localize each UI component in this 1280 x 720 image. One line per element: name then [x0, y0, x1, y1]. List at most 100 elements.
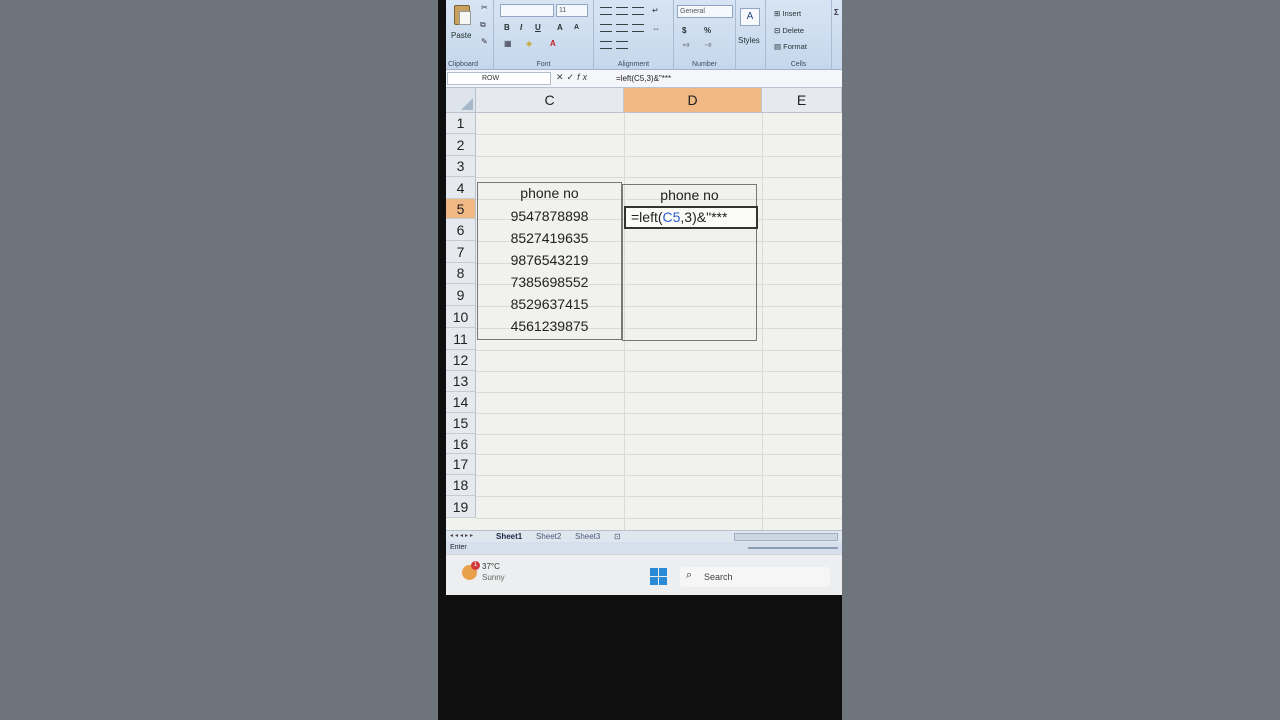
font-color-button[interactable]: A: [550, 39, 556, 48]
row-gridline: [476, 496, 842, 497]
name-box[interactable]: ROW: [447, 72, 551, 85]
column-header-d[interactable]: D: [624, 88, 762, 113]
paste-icon[interactable]: [454, 5, 471, 25]
row-header-9[interactable]: 9: [446, 284, 476, 306]
row-header-15[interactable]: 15: [446, 413, 476, 434]
select-all-button[interactable]: [446, 88, 476, 113]
shrink-font-button[interactable]: A: [574, 24, 579, 31]
sheet-tab-2[interactable]: Sheet2: [536, 532, 561, 541]
increase-decimal-icon[interactable]: ⁺⁰: [682, 42, 689, 51]
cells-group: ⊞ Insert ⊟ Delete ▤ Format Cells: [766, 0, 832, 70]
bold-button[interactable]: B: [504, 23, 510, 32]
taskbar-search[interactable]: ⌕ Search: [680, 567, 830, 587]
merge-center-icon[interactable]: ⇔: [652, 24, 660, 33]
clipboard-group: Paste ✂ ⧉ ✎ Clipboard: [446, 0, 494, 70]
decrease-decimal-icon[interactable]: ⁻⁰: [704, 42, 711, 51]
decrease-indent-icon[interactable]: [600, 41, 612, 49]
percent-button[interactable]: %: [704, 26, 711, 35]
formula-bar-buttons: ✕✓fx: [556, 72, 590, 83]
row-header-12[interactable]: 12: [446, 350, 476, 371]
format-button[interactable]: ▤ Format: [774, 42, 807, 51]
copy-icon[interactable]: ⧉: [480, 20, 486, 30]
cancel-icon[interactable]: ✕: [556, 72, 567, 82]
search-label: Search: [704, 572, 733, 582]
fill-color-icon[interactable]: ◈: [526, 39, 532, 48]
insert-function-icon[interactable]: fx: [577, 72, 590, 82]
delete-button[interactable]: ⊟ Delete: [774, 26, 804, 35]
underline-button[interactable]: U: [535, 23, 541, 32]
row-header-3[interactable]: 3: [446, 156, 476, 177]
horizontal-scrollbar[interactable]: [734, 533, 838, 541]
align-right-icon[interactable]: [632, 24, 644, 32]
row-header-6[interactable]: 6: [446, 219, 476, 241]
video-frame: Paste ✂ ⧉ ✎ Clipboard 11 B I U A A ▦ ◈ A…: [438, 0, 842, 720]
zoom-slider[interactable]: [748, 544, 838, 552]
cell-d4[interactable]: phone no: [622, 187, 757, 203]
insert-label: Insert: [782, 9, 802, 18]
row-header-11[interactable]: 11: [446, 328, 476, 350]
right-background: [842, 0, 1280, 720]
font-size-box[interactable]: 11: [556, 4, 588, 17]
left-background: [0, 0, 438, 720]
row-header-10[interactable]: 10: [446, 306, 476, 328]
wrap-text-icon[interactable]: ↵: [652, 6, 659, 15]
sheet-tab-3[interactable]: Sheet3: [575, 532, 600, 541]
number-format-box[interactable]: General: [677, 5, 733, 18]
grow-font-button[interactable]: A: [557, 23, 563, 32]
insert-button[interactable]: ⊞ Insert: [774, 9, 801, 18]
row-header-7[interactable]: 7: [446, 241, 476, 263]
cell-c8[interactable]: 7385698552: [477, 274, 622, 290]
autosum-icon[interactable]: Σ: [834, 8, 839, 17]
row-header-14[interactable]: 14: [446, 392, 476, 413]
align-top-icon[interactable]: [600, 7, 612, 15]
cell-c4[interactable]: phone no: [477, 185, 622, 201]
styles-icon[interactable]: A: [740, 8, 760, 26]
borders-icon[interactable]: ▦: [504, 39, 512, 48]
row-gridline: [476, 350, 842, 351]
paste-button[interactable]: Paste: [451, 31, 471, 40]
worksheet-grid[interactable]: C D E 1 2 3 4 5 6 7 8 9 10 11 12 13 14 15 16 17 18 19 phon…: [446, 88, 842, 530]
row-header-5[interactable]: 5: [446, 199, 476, 219]
font-name-box[interactable]: [500, 4, 554, 17]
sheet-nav-arrows[interactable]: ◂◂◂▸▸: [450, 532, 475, 539]
column-header-c[interactable]: C: [476, 88, 624, 113]
enter-icon[interactable]: ✓: [567, 72, 578, 82]
italic-button[interactable]: I: [520, 23, 522, 32]
cut-icon[interactable]: ✂: [481, 3, 488, 12]
align-bottom-icon[interactable]: [632, 7, 644, 15]
row-header-2[interactable]: 2: [446, 134, 476, 156]
sheet-tab-bar: ◂◂◂▸▸ Sheet1 Sheet2 Sheet3 ⊡: [446, 530, 842, 542]
format-painter-icon[interactable]: ✎: [481, 37, 488, 46]
row-gridline: [476, 392, 842, 393]
sheet-tab-1[interactable]: Sheet1: [496, 532, 522, 541]
number-group: General $ % ⁺⁰ ⁻⁰ Number: [674, 0, 736, 70]
cell-c9[interactable]: 8529637415: [477, 296, 622, 312]
cell-c10[interactable]: 4561239875: [477, 318, 622, 334]
row-header-16[interactable]: 16: [446, 434, 476, 454]
row-header-1[interactable]: 1: [446, 113, 476, 134]
clipboard-label: Clipboard: [448, 61, 478, 68]
currency-button[interactable]: $: [682, 26, 686, 35]
row-header-13[interactable]: 13: [446, 371, 476, 392]
align-left-icon[interactable]: [600, 24, 612, 32]
formula-input[interactable]: =left(C5,3)&"***: [616, 74, 671, 83]
row-header-18[interactable]: 18: [446, 475, 476, 496]
column-header-e[interactable]: E: [762, 88, 842, 113]
align-center-icon[interactable]: [616, 24, 628, 32]
row-header-17[interactable]: 17: [446, 454, 476, 475]
styles-button[interactable]: Styles: [738, 36, 760, 45]
column-gridline: [762, 113, 763, 530]
font-label: Font: [536, 61, 551, 68]
align-middle-icon[interactable]: [616, 7, 628, 15]
row-header-8[interactable]: 8: [446, 263, 476, 284]
formula-bar: ROW ✕✓fx =left(C5,3)&"***: [446, 70, 842, 88]
cell-d5-formula[interactable]: =left(C5,3)&"***: [631, 209, 727, 225]
increase-indent-icon[interactable]: [616, 41, 628, 49]
cell-c6[interactable]: 8527419635: [477, 230, 622, 246]
row-header-19[interactable]: 19: [446, 496, 476, 518]
row-header-4[interactable]: 4: [446, 177, 476, 199]
windows-start-icon[interactable]: [650, 568, 667, 585]
cell-c7[interactable]: 9876543219: [477, 252, 622, 268]
cell-c5[interactable]: 9547878898: [477, 208, 622, 224]
new-sheet-icon[interactable]: ⊡: [614, 532, 621, 541]
